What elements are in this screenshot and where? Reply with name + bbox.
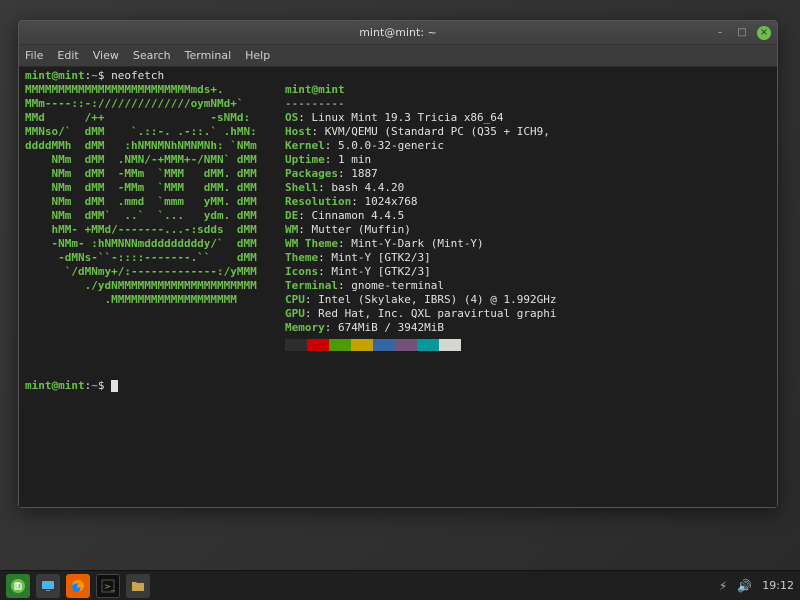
color-swatch (439, 339, 461, 351)
color-swatch (351, 339, 373, 351)
neofetch-row: Memory: 674MiB / 3942MiB (25, 321, 771, 335)
show-desktop-button[interactable] (36, 574, 60, 598)
menu-terminal[interactable]: Terminal (185, 49, 232, 62)
menu-edit[interactable]: Edit (57, 49, 78, 62)
color-swatch (395, 339, 417, 351)
neofetch-row: -NMm- :hNMNNNmdddddddddy/` dMMWM Theme: … (25, 237, 771, 251)
neofetch-row: NMm dMM .NMN/-+MMM+-/NMN` dMMUptime: 1 m… (25, 153, 771, 167)
command-text: neofetch (111, 69, 164, 82)
neofetch-row: .MMMMMMMMMMMMMMMMMMMCPU: Intel (Skylake,… (25, 293, 771, 307)
files-launcher[interactable] (126, 574, 150, 598)
neofetch-row: GPU: Red Hat, Inc. QXL paravirtual graph… (25, 307, 771, 321)
start-menu-button[interactable] (6, 574, 30, 598)
minimize-button[interactable]: – (713, 26, 727, 40)
firefox-icon (71, 579, 85, 593)
neofetch-row: NMm dMM -MMm `MMM dMM. dMMPackages: 1887 (25, 167, 771, 181)
neofetch-row: hMM- +MMd/-------...-:sdds dMMWM: Mutter… (25, 223, 771, 237)
color-swatch (285, 339, 307, 351)
neofetch-row: NMm dMM -MMm `MMM dMM. dMMShell: bash 4.… (25, 181, 771, 195)
folder-icon (131, 579, 145, 593)
svg-text:>_: >_ (104, 582, 115, 591)
neofetch-row: NMm dMM .mmd `mmm yMM. dMMResolution: 10… (25, 195, 771, 209)
neofetch-row: MMNso/` dMM `.::-. .-::.` .hMN:Host: KVM… (25, 125, 771, 139)
color-swatch (373, 339, 395, 351)
color-swatch (329, 339, 351, 351)
window-controls: – □ × (713, 26, 771, 40)
neofetch-row: ddddMMh dMM :hNMNMNhNMNMNh: `NMmKernel: … (25, 139, 771, 153)
prompt-line-2: mint@mint:~$ (25, 379, 771, 393)
clock[interactable]: 19:12 (762, 579, 794, 592)
network-icon[interactable]: ⚡ (719, 579, 727, 593)
menu-search[interactable]: Search (133, 49, 171, 62)
close-button[interactable]: × (757, 26, 771, 40)
sound-icon[interactable]: 🔊 (737, 579, 752, 593)
desktop-icon (41, 579, 55, 593)
neofetch-row: -dMNs-``-::::-------.`` dMMTheme: Mint-Y… (25, 251, 771, 265)
text-cursor (111, 380, 118, 392)
menu-file[interactable]: File (25, 49, 43, 62)
color-swatch (417, 339, 439, 351)
window-title: mint@mint: ~ (359, 26, 437, 39)
terminal-body[interactable]: mint@mint:~$ neofetch MMMMMMMMMMMMMMMMMM… (19, 67, 777, 507)
desktop: mint@mint: ~ – □ × File Edit View Search… (0, 0, 800, 600)
menu-view[interactable]: View (93, 49, 119, 62)
terminal-window: mint@mint: ~ – □ × File Edit View Search… (18, 20, 778, 508)
neofetch-row: MMMMMMMMMMMMMMMMMMMMMMMMMmds+.mint@mint (25, 83, 771, 97)
neofetch-row: `/dMNmy+/:-------------:/yMMMIcons: Mint… (25, 265, 771, 279)
system-tray: ⚡ 🔊 19:12 (719, 579, 794, 593)
taskbar: >_ ⚡ 🔊 19:12 (0, 570, 800, 600)
neofetch-row: ./ydNMMMMMMMMMMMMMMMMMMMMMTerminal: gnom… (25, 279, 771, 293)
prompt-line-1: mint@mint:~$ neofetch (25, 69, 771, 83)
mint-logo-icon (10, 578, 26, 594)
menu-help[interactable]: Help (245, 49, 270, 62)
color-swatches (285, 339, 771, 351)
neofetch-row: MMm----::-://////////////oymNMd+`-------… (25, 97, 771, 111)
neofetch-row: NMm dMM` ..` `... ydm. dMMDE: Cinnamon 4… (25, 209, 771, 223)
neofetch-row: MMd /++ -sNMd:OS: Linux Mint 19.3 Tricia… (25, 111, 771, 125)
terminal-icon: >_ (101, 579, 115, 593)
firefox-launcher[interactable] (66, 574, 90, 598)
menubar: File Edit View Search Terminal Help (19, 45, 777, 67)
maximize-button[interactable]: □ (735, 26, 749, 40)
titlebar[interactable]: mint@mint: ~ – □ × (19, 21, 777, 45)
terminal-launcher[interactable]: >_ (96, 574, 120, 598)
color-swatch (307, 339, 329, 351)
